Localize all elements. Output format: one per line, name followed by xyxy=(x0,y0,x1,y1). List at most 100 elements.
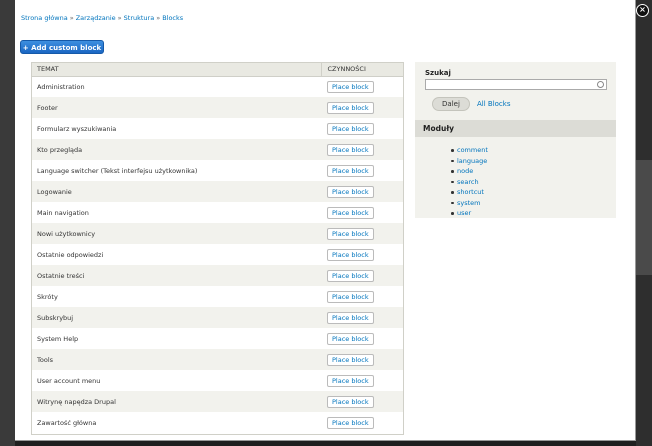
block-name: Language switcher (Tekst interfejsu użyt… xyxy=(32,160,321,181)
block-name: Zawartość główna xyxy=(32,412,321,433)
block-actions-cell: Place block xyxy=(321,265,403,286)
block-actions-cell: Place block xyxy=(321,76,403,97)
place-block-button[interactable]: Place block xyxy=(327,374,374,387)
table-row: Ostatnie treści Place block xyxy=(32,265,403,286)
place-block-button[interactable]: Place block xyxy=(327,395,374,408)
table-row: Main navigation Place block xyxy=(32,202,403,223)
module-filter-link[interactable]: language xyxy=(451,157,488,168)
table-row: Formularz wyszukiwania Place block xyxy=(32,118,403,139)
block-actions-cell: Place block xyxy=(321,370,403,391)
breadcrumb: Strona główna» Zarządzanie» Struktura» Bloc… xyxy=(21,14,183,22)
breadcrumb-admin[interactable]: Zarządzanie xyxy=(76,14,116,22)
block-actions-cell: Place block xyxy=(321,412,403,433)
table-row: Ostatnie odpowiedzi Place block xyxy=(32,244,403,265)
table-row: Subskrybuj Place block xyxy=(32,307,403,328)
table-row: Administration Place block xyxy=(32,76,403,97)
table-row: Witrynę napędza Drupal Place block xyxy=(32,391,403,412)
block-actions-cell: Place block xyxy=(321,97,403,118)
module-filter-link[interactable]: user xyxy=(451,209,488,220)
place-block-button[interactable]: Place block xyxy=(327,353,374,366)
place-block-button[interactable]: Place block xyxy=(327,164,374,177)
block-library-dialog: Strona główna» Zarządzanie» Struktura» Bloc… xyxy=(15,0,636,441)
table-row: Tools Place block xyxy=(32,349,403,370)
breadcrumb-structure[interactable]: Struktura xyxy=(124,14,155,22)
block-name: Tools xyxy=(32,349,321,370)
place-block-button[interactable]: Place block xyxy=(327,122,374,135)
breadcrumb-separator: » xyxy=(69,14,74,22)
block-name: Main navigation xyxy=(32,202,321,223)
block-actions-cell: Place block xyxy=(321,118,403,139)
place-block-button[interactable]: Place block xyxy=(327,269,374,282)
block-name: Formularz wyszukiwania xyxy=(32,118,321,139)
block-name: User account menu xyxy=(32,370,321,391)
table-row: System Help Place block xyxy=(32,328,403,349)
place-block-button[interactable]: Place block xyxy=(327,290,374,303)
modules-list: comment language node search shortcut system u… xyxy=(451,146,488,220)
place-block-button[interactable]: Place block xyxy=(327,248,374,261)
blocks-table-container: TEMAT CZYNNOŚCI Administration Place bloc… xyxy=(31,62,404,435)
overlay-backdrop-band xyxy=(636,160,652,275)
all-blocks-link[interactable]: All Blocks xyxy=(477,100,510,108)
block-actions-cell: Place block xyxy=(321,181,403,202)
column-header-actions: CZYNNOŚCI xyxy=(320,63,403,77)
block-actions-cell: Place block xyxy=(321,328,403,349)
block-actions-cell: Place block xyxy=(321,349,403,370)
place-block-button[interactable]: Place block xyxy=(327,227,374,240)
place-block-button[interactable]: Place block xyxy=(327,185,374,198)
search-label: Szukaj xyxy=(425,69,451,77)
place-block-button[interactable]: Place block xyxy=(327,311,374,324)
block-name: Skróty xyxy=(32,286,321,307)
search-progress-icon xyxy=(597,81,604,88)
table-row: Logowanie Place block xyxy=(32,181,403,202)
column-header-subject: TEMAT xyxy=(32,63,321,77)
place-block-button[interactable]: Place block xyxy=(327,332,374,345)
overlay-backdrop-left xyxy=(0,0,15,446)
module-filter-link[interactable]: comment xyxy=(451,146,488,157)
breadcrumb-home[interactable]: Strona główna xyxy=(21,14,68,22)
block-actions-cell: Place block xyxy=(321,286,403,307)
place-block-button[interactable]: Place block xyxy=(327,101,374,114)
block-name: Ostatnie odpowiedzi xyxy=(32,244,321,265)
module-filter-link[interactable]: search xyxy=(451,178,488,189)
add-custom-block-button[interactable]: + Add custom block xyxy=(20,40,104,54)
blocks-table-body: Administration Place block Footer Place blo… xyxy=(32,76,403,433)
table-row: Footer Place block xyxy=(32,97,403,118)
table-row: User account menu Place block xyxy=(32,370,403,391)
block-name: Subskrybuj xyxy=(32,307,321,328)
block-actions-cell: Place block xyxy=(321,244,403,265)
filter-sidebar: Szukaj Dalej All Blocks Moduły comment la… xyxy=(415,62,616,218)
search-input[interactable] xyxy=(425,79,607,90)
modules-header: Moduły xyxy=(415,120,616,137)
breadcrumb-blocks[interactable]: Blocks xyxy=(162,14,183,22)
block-name: Kto przegląda xyxy=(32,139,321,160)
breadcrumb-separator: » xyxy=(117,14,122,22)
table-row: Zawartość główna Place block xyxy=(32,412,403,433)
table-header-row: TEMAT CZYNNOŚCI xyxy=(32,63,403,77)
module-filter-link[interactable]: system xyxy=(451,199,488,210)
table-row: Skróty Place block xyxy=(32,286,403,307)
block-name: System Help xyxy=(32,328,321,349)
block-name: Nowi użytkownicy xyxy=(32,223,321,244)
module-filter-link[interactable]: node xyxy=(451,167,488,178)
module-filter-link[interactable]: shortcut xyxy=(451,188,488,199)
table-row: Language switcher (Tekst interfejsu użyt… xyxy=(32,160,403,181)
block-actions-cell: Place block xyxy=(321,139,403,160)
block-actions-cell: Place block xyxy=(321,391,403,412)
table-row: Kto przegląda Place block xyxy=(32,139,403,160)
block-actions-cell: Place block xyxy=(321,223,403,244)
place-block-button[interactable]: Place block xyxy=(327,206,374,219)
block-name: Logowanie xyxy=(32,181,321,202)
block-name: Ostatnie treści xyxy=(32,265,321,286)
close-dialog-button[interactable]: × xyxy=(636,4,649,17)
block-name: Administration xyxy=(32,76,321,97)
block-actions-cell: Place block xyxy=(321,160,403,181)
table-row: Nowi użytkownicy Place block xyxy=(32,223,403,244)
breadcrumb-separator: » xyxy=(156,14,161,22)
search-submit-button[interactable]: Dalej xyxy=(432,97,470,111)
blocks-table: TEMAT CZYNNOŚCI Administration Place bloc… xyxy=(32,63,403,433)
place-block-button[interactable]: Place block xyxy=(327,416,374,429)
block-name: Footer xyxy=(32,97,321,118)
block-actions-cell: Place block xyxy=(321,202,403,223)
place-block-button[interactable]: Place block xyxy=(327,143,374,156)
place-block-button[interactable]: Place block xyxy=(327,80,374,93)
